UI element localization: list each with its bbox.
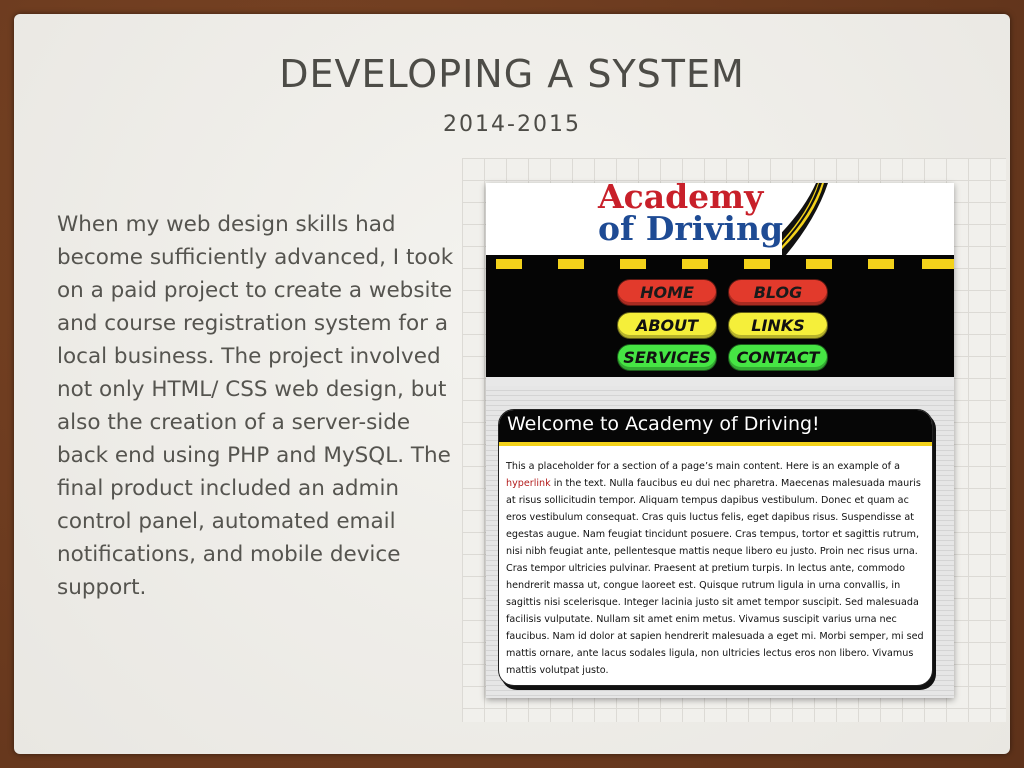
road-logo-icon <box>782 183 828 255</box>
content-header: Welcome to Academy of Driving! <box>499 410 932 446</box>
main-content-box: Welcome to Academy of Driving! This a pl… <box>498 409 933 686</box>
road-dash-row <box>486 259 954 269</box>
website-screenshot: Academy of Driving HOME BLOG ABOUT LINKS… <box>486 183 954 698</box>
hyperlink[interactable]: hyperlink <box>506 478 551 489</box>
logo-text-of-driving: of Driving <box>598 209 784 248</box>
nav-home-button[interactable]: HOME <box>617 279 717 306</box>
nav-blog-button[interactable]: BLOG <box>728 279 828 306</box>
welcome-heading: Welcome to Academy of Driving! <box>507 413 820 435</box>
nav-services-button[interactable]: SERVICES <box>617 344 717 371</box>
site-header: Academy of Driving <box>486 183 954 255</box>
content-paragraph: This a placeholder for a section of a pa… <box>506 458 926 679</box>
slide-subtitle: 2014-2015 <box>443 112 581 137</box>
content-text-after-link: in the text. Nulla faucibus eu dui nec p… <box>506 478 924 676</box>
content-text-before-link: This a placeholder for a section of a pa… <box>506 461 900 472</box>
nav-links-button[interactable]: LINKS <box>728 312 828 339</box>
nav-about-button[interactable]: ABOUT <box>617 312 717 339</box>
nav-contact-button[interactable]: CONTACT <box>728 344 828 371</box>
navigation-band <box>486 255 954 377</box>
slide-body-text: When my web design skills had become suf… <box>57 212 454 600</box>
slide-title: DEVELOPING A SYSTEM <box>279 52 745 96</box>
